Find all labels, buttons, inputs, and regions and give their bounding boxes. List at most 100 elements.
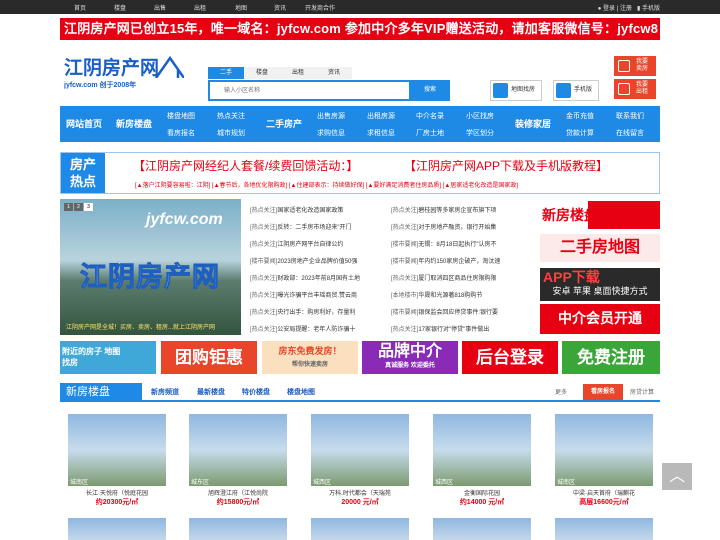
mobile-link[interactable]: 手机版 xyxy=(642,6,660,12)
news-item[interactable]: [热点关注]财政部：2023年前8月国有土地 xyxy=(250,273,360,282)
image-slider[interactable]: 123 jyfcw.com 江阴房产网 江阴房产网是全城！买房、卖房、租房...… xyxy=(60,199,241,335)
free-register-banner[interactable]: 免费注册 xyxy=(562,341,660,374)
nav-loan-calc[interactable]: 贷款计算 xyxy=(566,128,594,138)
top-link-map[interactable]: 地图 xyxy=(235,3,247,12)
top-link-news[interactable]: 资讯 xyxy=(274,3,286,12)
nav-home[interactable]: 网站首页 xyxy=(66,106,102,142)
news-item[interactable]: [热点关注]反转：二手房市场迎来"开门 xyxy=(250,222,351,231)
landlord-free-banner[interactable]: 房东免费发房！ 帮你快速卖房 xyxy=(262,341,358,374)
news-item[interactable]: [热点关注]厦门取消四区商品住房限购限 xyxy=(391,273,496,282)
search-input[interactable] xyxy=(210,82,390,99)
top-link-loupan[interactable]: 楼盘 xyxy=(114,3,126,12)
listing-name[interactable]: 长江·天悦府（悦庭花园 xyxy=(68,488,166,497)
listing-image[interactable] xyxy=(189,518,287,540)
news-item[interactable]: [热点关注]江阴房产网平台自律公约 xyxy=(250,239,343,248)
listing-name[interactable]: 旭辉澄江府（江悦尚院 xyxy=(189,488,287,497)
nav-sale-listings[interactable]: 出售房源 xyxy=(317,111,345,121)
nav-contact[interactable]: 联系我们 xyxy=(616,111,644,121)
news-item[interactable]: [热点关注]曝光诈骗平台丰瑶商贸.赞云商 xyxy=(250,290,357,299)
notice-banner[interactable]: 江阴房产网已创立15年，唯一域名：jyfcw.com 参加中介多年VIP赠送活动… xyxy=(60,18,660,40)
nav-visit-signup[interactable]: 看房报名 xyxy=(167,128,195,138)
listing-name[interactable]: 万科.时代都会（天瑞苑 xyxy=(311,488,409,497)
admin-login-banner[interactable]: 后台登录 xyxy=(462,341,558,374)
nav-estate-search[interactable]: 小区找房 xyxy=(466,111,494,121)
tab-latest[interactable]: 最新楼盘 xyxy=(197,387,225,397)
news-item[interactable]: [热点关注]碧桂园等多家房企宣布旗下项 xyxy=(391,205,496,214)
news-item[interactable]: [楼市要闻]银保监会回应停贷事件:银行要 xyxy=(391,307,498,316)
tab-special[interactable]: 特价楼盘 xyxy=(242,387,270,397)
app-download-link[interactable]: 【江阴房产网APP下载及手机版教程】 xyxy=(404,157,608,174)
listing-image[interactable] xyxy=(311,414,409,486)
nav-school-district[interactable]: 学区划分 xyxy=(466,128,494,138)
brand-agent-banner[interactable]: 品牌中介 真诚服务 欢迎委托 xyxy=(362,341,458,374)
search-button[interactable]: 搜索 xyxy=(410,80,450,101)
listing-image[interactable] xyxy=(68,414,166,486)
news-item[interactable]: [楼市要闻]年内约150家房企破产，淘汰速 xyxy=(391,256,500,265)
news-item[interactable]: [热点关注]对于房地产融资，银行开始集 xyxy=(391,222,496,231)
top-link-rent[interactable]: 出租 xyxy=(194,3,206,12)
news-item[interactable]: [楼市要闻]2023房地产企业品牌价值50强 xyxy=(250,256,357,265)
newhouse-map-banner[interactable]: 新房楼盘地图 xyxy=(540,201,660,229)
nav-rent-info[interactable]: 求租信息 xyxy=(367,128,395,138)
nav-hot[interactable]: 热点关注 xyxy=(217,111,245,121)
search-tab-secondhand[interactable]: 二手 xyxy=(208,67,244,79)
site-logo[interactable]: 江阴房产网 jyfcw.com 创于2008年 xyxy=(64,55,184,100)
listing-image[interactable] xyxy=(433,414,531,486)
login-link[interactable]: 登录 xyxy=(603,6,615,12)
listing-image[interactable] xyxy=(189,414,287,486)
search-tab-news[interactable]: 资讯 xyxy=(316,67,352,79)
listing-card[interactable]: 城东区 旭辉澄江府（江悦尚院 约15800元/㎡ xyxy=(189,414,287,507)
loan-calc-link[interactable]: 房贷计算 xyxy=(630,387,654,396)
agent-package-link[interactable]: 【江阴房产网经纪人套餐/续费回馈活动：】 xyxy=(133,157,358,174)
group-buy-banner[interactable]: 团购钜惠 xyxy=(161,341,257,374)
listing-image[interactable] xyxy=(433,518,531,540)
listing-image[interactable] xyxy=(311,518,409,540)
news-item[interactable]: [热点关注]国家适老化改造国家政策 xyxy=(250,205,343,214)
nav-message[interactable]: 在线留言 xyxy=(616,128,644,138)
news-item[interactable]: [热点关注]央行出手：购房利好，存量利 xyxy=(250,307,355,316)
listing-card[interactable]: 城南区 长江·天悦府（悦庭花园 约20300元/㎡ xyxy=(68,414,166,507)
nav-factory-land[interactable]: 厂房土地 xyxy=(416,128,444,138)
slider-dot[interactable]: 2 xyxy=(74,203,83,211)
slider-dot[interactable]: 1 xyxy=(64,203,73,211)
sell-house-button[interactable]: 我要 卖房 xyxy=(614,56,656,76)
nav-agents[interactable]: 中介名录 xyxy=(416,111,444,121)
news-item[interactable]: [热点关注]17家银行对"停贷"事件做出 xyxy=(391,324,489,333)
app-download-banner[interactable]: APP下载 安卓 苹果 桌面快捷方式 xyxy=(540,268,660,301)
nav-planning[interactable]: 城市规划 xyxy=(217,128,245,138)
nav-loupan-map[interactable]: 楼盘地图 xyxy=(167,111,195,121)
tab-map[interactable]: 楼盘地图 xyxy=(287,387,315,397)
nearby-map-banner[interactable]: 附近的房子 地图找房 xyxy=(60,341,156,374)
top-link-home[interactable]: 首页 xyxy=(74,3,86,12)
listing-name[interactable]: 金衡国际花园 xyxy=(433,488,531,497)
nav-secondhand[interactable]: 二手房产 xyxy=(266,106,302,142)
nav-newhouse[interactable]: 新房楼盘 xyxy=(116,106,152,142)
tab-newhouse-channel[interactable]: 新房频道 xyxy=(151,387,179,397)
nav-decor[interactable]: 装修家居 xyxy=(515,106,551,142)
news-item[interactable]: [楼市要闻]无锡：8月18日起执行"认房不 xyxy=(391,239,497,248)
top-link-sale[interactable]: 出售 xyxy=(154,3,166,12)
listing-card[interactable]: 城南区 中梁·启天首府（瑞麒花 高层16600元/㎡ xyxy=(555,414,653,507)
news-item[interactable]: [本地楼市]华晟和光源著818购购节 xyxy=(391,290,482,299)
listing-name[interactable]: 中梁·启天首府（瑞麒花 xyxy=(555,488,653,497)
nav-coin-recharge[interactable]: 金币充值 xyxy=(566,111,594,121)
register-link[interactable]: 注册 xyxy=(620,6,632,12)
nav-buy-info[interactable]: 求购信息 xyxy=(317,128,345,138)
map-search-button[interactable]: 地图找房 xyxy=(490,80,542,101)
rent-house-button[interactable]: 我要 出租 xyxy=(614,79,656,99)
listing-card[interactable]: 城西区 金衡国际花园 约14000 元/㎡ xyxy=(433,414,531,507)
more-link[interactable]: 更多 xyxy=(555,387,567,396)
slider-dot[interactable]: 3 xyxy=(84,203,93,211)
agent-member-banner[interactable]: 中介会员开通 xyxy=(540,304,660,334)
listing-card[interactable]: 城西区 万科.时代都会（天瑞苑 20000 元/㎡ xyxy=(311,414,409,507)
search-tab-loupan[interactable]: 楼盘 xyxy=(244,67,280,79)
back-to-top-button[interactable]: ︿ xyxy=(662,463,692,490)
listing-image[interactable] xyxy=(555,414,653,486)
news-item[interactable]: [热点关注]公安局提醒：老年人防诈骗十 xyxy=(250,324,355,333)
listing-image[interactable] xyxy=(555,518,653,540)
mobile-button[interactable]: 手机版 xyxy=(553,80,599,101)
visit-signup-button[interactable]: 看房报名 xyxy=(583,384,623,400)
news-ticker[interactable]: [▲落户江阴要容易啦：江阴] [▲春节后，各地优化限购政] [▲住建部表示：持续… xyxy=(135,180,518,189)
top-link-developer[interactable]: 开发商合作 xyxy=(305,3,335,12)
nav-rent-listings[interactable]: 出租房源 xyxy=(367,111,395,121)
